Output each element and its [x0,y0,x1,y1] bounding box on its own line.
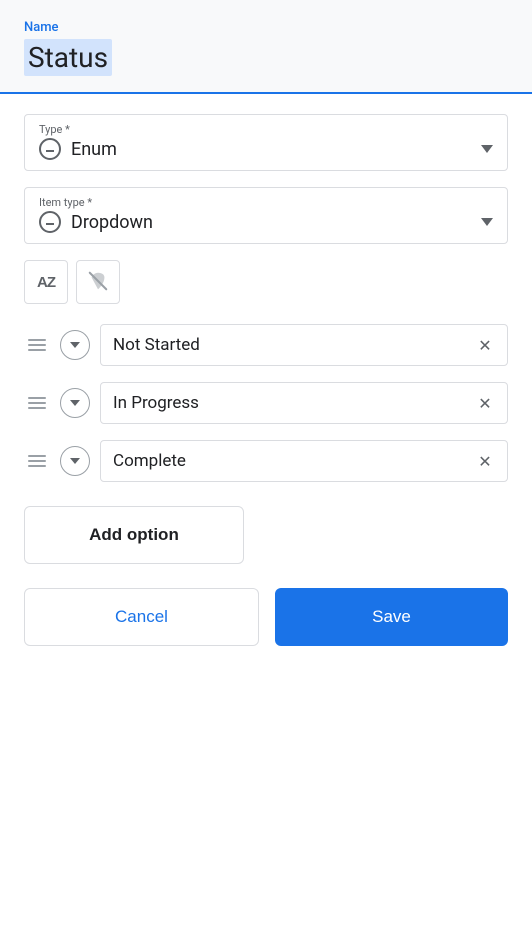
type-select-value: Enum [71,139,117,160]
drag-handle-1[interactable] [24,335,50,355]
type-select-wrapper[interactable]: Type * Enum [24,114,508,171]
drag-handle-3[interactable] [24,451,50,471]
action-row: Cancel Save [24,588,508,670]
option-arrow-3 [70,458,80,464]
type-label: Type * [39,123,493,136]
item-type-select-inner: Dropdown [39,211,153,233]
option-input-box-2: In Progress ✕ [100,382,508,424]
dialog-container: Name Status Type * Enum Item type * [0,0,532,928]
option-arrow-1 [70,342,80,348]
option-row-2: In Progress ✕ [24,382,508,424]
add-option-button[interactable]: Add option [24,506,244,564]
item-type-dropdown-arrow [481,218,493,226]
item-type-label: Item type * [39,196,493,209]
type-select-inner: Enum [39,138,117,160]
option-input-box-3: Complete ✕ [100,440,508,482]
option-close-btn-3[interactable]: ✕ [475,451,495,471]
option-color-btn-2[interactable] [60,388,90,418]
option-text-2: In Progress [113,393,199,413]
save-button[interactable]: Save [275,588,508,646]
option-color-btn-3[interactable] [60,446,90,476]
option-text-3: Complete [113,451,186,471]
option-close-btn-2[interactable]: ✕ [475,393,495,413]
type-dropdown-arrow [481,145,493,153]
type-circle-icon [39,138,61,160]
option-close-btn-1[interactable]: ✕ [475,335,495,355]
sort-az-button[interactable]: AZ [24,260,68,304]
option-row-1: Not Started ✕ [24,324,508,366]
no-color-icon [87,270,109,295]
name-value[interactable]: Status [24,39,112,76]
type-select-row: Enum [39,138,493,160]
drag-handle-2[interactable] [24,393,50,413]
option-input-box-1: Not Started ✕ [100,324,508,366]
type-field-group: Type * Enum [24,114,508,171]
item-type-select-wrapper[interactable]: Item type * Dropdown [24,187,508,244]
cancel-button[interactable]: Cancel [24,588,259,646]
options-list: Not Started ✕ In Progress ✕ [24,324,508,482]
name-label: Name [24,20,508,35]
item-type-select-row: Dropdown [39,211,493,233]
no-color-button[interactable] [76,260,120,304]
item-type-select-value: Dropdown [71,212,153,233]
name-section: Name Status [0,0,532,94]
item-type-circle-icon [39,211,61,233]
option-arrow-2 [70,400,80,406]
option-text-1: Not Started [113,335,200,355]
az-icon: AZ [37,274,55,291]
item-type-field-group: Item type * Dropdown [24,187,508,244]
option-row-3: Complete ✕ [24,440,508,482]
toolbar: AZ [24,260,508,304]
main-content: Type * Enum Item type * Dropdown [0,94,532,928]
option-color-btn-1[interactable] [60,330,90,360]
